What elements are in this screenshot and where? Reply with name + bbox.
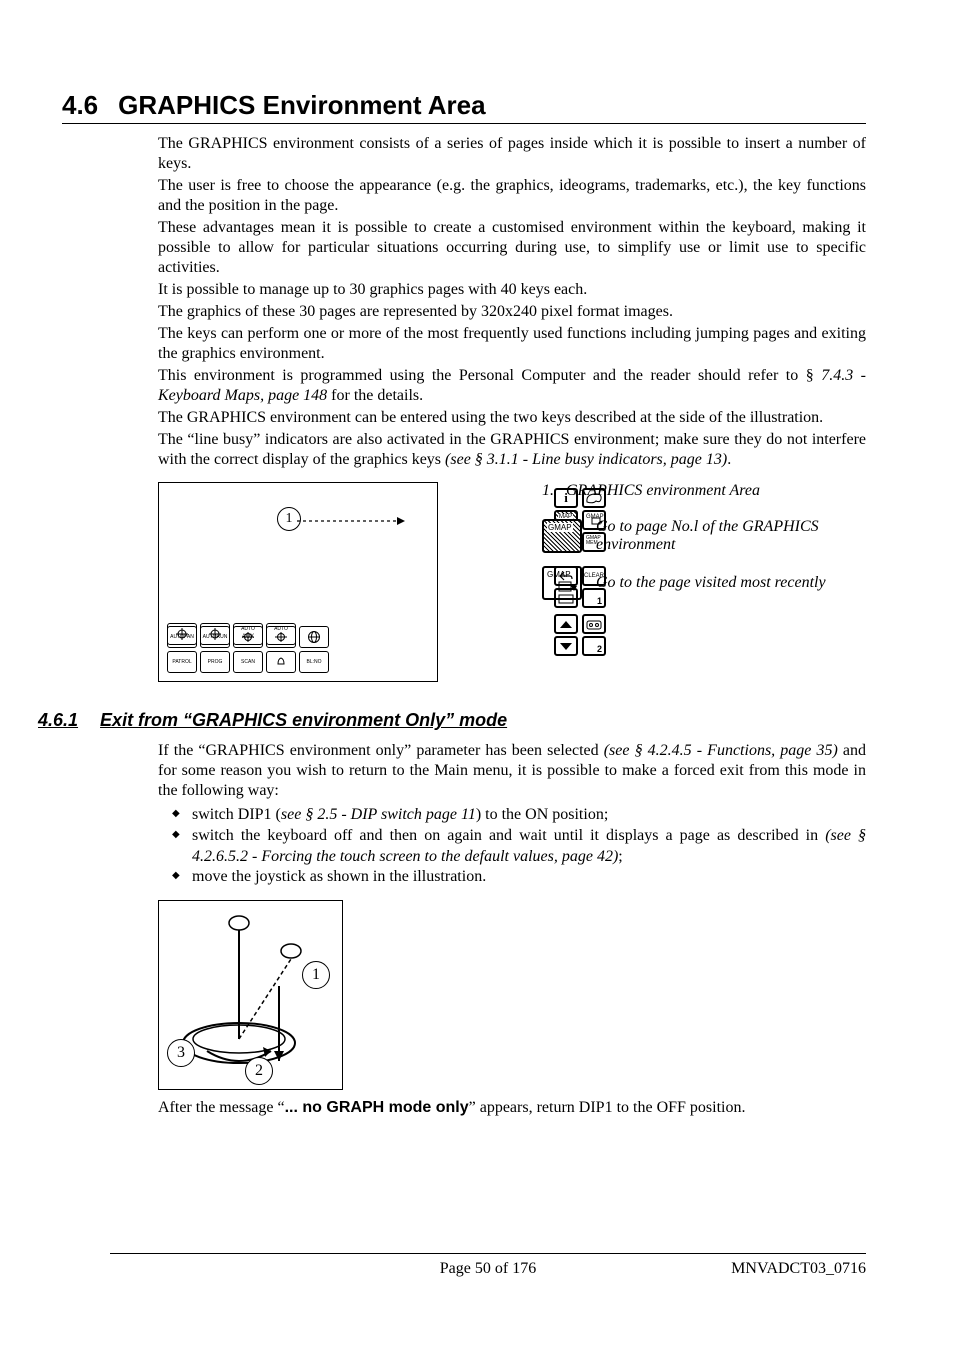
after-message-para: After the message “... no GRAPH mode onl… [158, 1098, 866, 1118]
key-row-middle: AUTOPAN AUTORUN AUX [167, 626, 329, 648]
arrow-dashed [297, 517, 405, 525]
after-b-bold: ... no GRAPH mode only [285, 1099, 469, 1116]
para-9: The “line busy” indicators are also acti… [158, 430, 866, 470]
footer-doc: MNVADCT03_0716 [731, 1260, 866, 1278]
patrol-key: PATROL [167, 651, 197, 673]
bell-key [266, 651, 296, 673]
para-1: The GRAPHICS environment consists of a s… [158, 134, 866, 174]
section-heading: 4.6 GRAPHICS Environment Area [62, 90, 866, 124]
figure-row: 1 AUTO AUTO [158, 482, 866, 682]
autorun-key: AUTORUN [200, 626, 230, 648]
sub-p1a: If the “GRAPHICS environment only” param… [158, 742, 604, 759]
para-9b-ref: (see § 3.1.1 - Line busy indicators, pag… [445, 451, 727, 468]
callout-3-text: Go to the page visited most recently [596, 574, 826, 592]
b1a: switch DIP1 ( [192, 806, 281, 823]
palette-icon [582, 488, 606, 508]
para-7: This environment is programmed using the… [158, 366, 866, 406]
gmap-small-icon: GMAP [582, 510, 606, 530]
prog-key: PROG [200, 651, 230, 673]
blank-key-1 [266, 626, 296, 648]
page-2-icon: 2 [582, 636, 606, 656]
para-3: These advantages mean it is possible to … [158, 218, 866, 278]
subsection-number: 4.6.1 [38, 710, 78, 731]
b1c: ) to the ON position; [476, 806, 608, 823]
aux-key: AUX [233, 626, 263, 648]
sub-p1b-ref: (see § 4.2.4.5 - Functions, page 35) [604, 742, 838, 759]
sub-para-1: If the “GRAPHICS environment only” param… [158, 741, 866, 801]
footer-page: Page 50 of 176 [440, 1260, 536, 1278]
subsection-heading: 4.6.1 Exit from “GRAPHICS environment On… [38, 710, 866, 731]
bullet-list: switch DIP1 (see § 2.5 - DIP switch page… [158, 805, 866, 888]
gmap-icon-label: GMAP [547, 523, 573, 532]
info-icon: i [554, 488, 578, 508]
bullet-3: move the joystick as shown in the illust… [178, 867, 866, 888]
gmap-icon: GMAP [542, 519, 582, 553]
page-footer: Page 50 of 176 MNVADCT03_0716 [110, 1253, 866, 1278]
para-7c: for the details. [327, 387, 423, 404]
gmap-mem-icon: GMAP MEM [582, 532, 606, 552]
tape-icon [582, 614, 606, 634]
page-1-icon: 1 [582, 588, 606, 608]
key-row-bottom: PATROL PROG SCAN BL:NO [167, 651, 329, 673]
para-4: It is possible to manage up to 30 graphi… [158, 280, 866, 300]
para-5: The graphics of these 30 pages are repre… [158, 302, 866, 322]
eject-icon [554, 614, 578, 634]
section-title: GRAPHICS Environment Area [118, 90, 485, 121]
circle-1-label: 1 [286, 511, 293, 527]
b2c: ; [618, 848, 622, 865]
clear-icon: CLEAR [582, 566, 606, 586]
joy-3-label: 3 [177, 1044, 185, 1062]
gmap-mem-callout-icon: GMAP [542, 566, 582, 600]
para-2: The user is free to choose the appearanc… [158, 176, 866, 216]
keyboard-figure: 1 AUTO AUTO [158, 482, 438, 682]
globe-key [299, 626, 329, 648]
subsection-title: Exit from “GRAPHICS environment Only” mo… [100, 710, 507, 731]
para-8: The GRAPHICS environment can be entered … [158, 408, 866, 428]
bullet-1: switch DIP1 (see § 2.5 - DIP switch page… [178, 805, 866, 826]
after-c: ” appears, return DIP1 to the OFF positi… [469, 1099, 746, 1116]
joy-circle-1: 1 [302, 961, 330, 989]
joy-circle-2: 2 [245, 1057, 273, 1085]
b1b-ref: see § 2.5 - DIP switch page 11 [281, 806, 476, 823]
joystick-figure: 1 2 3 [158, 900, 343, 1090]
down-icon [554, 636, 578, 656]
after-a: After the message “ [158, 1099, 285, 1116]
joy-2-label: 2 [255, 1062, 263, 1080]
para-7a: This environment is programmed using the… [158, 367, 821, 384]
blno-key: BL:NO [299, 651, 329, 673]
joy-1-label: 1 [312, 966, 320, 984]
section-number: 4.6 [62, 90, 98, 121]
bullet-2: switch the keyboard off and then on agai… [178, 826, 866, 868]
gmap-mem-label: GMAP MEM [586, 536, 604, 546]
joy-circle-3: 3 [167, 1039, 195, 1067]
para-9c: . [727, 451, 731, 468]
callout-2-text: Go to page No.l of the GRAPHICS environm… [596, 518, 866, 554]
gmap-mem-callout-label: GMAP [547, 570, 571, 579]
autopan-key: AUTOPAN [167, 626, 197, 648]
scan-key: SCAN [233, 651, 263, 673]
para-6: The keys can perform one or more of the … [158, 324, 866, 364]
b2a: switch the keyboard off and then on agai… [192, 827, 825, 844]
